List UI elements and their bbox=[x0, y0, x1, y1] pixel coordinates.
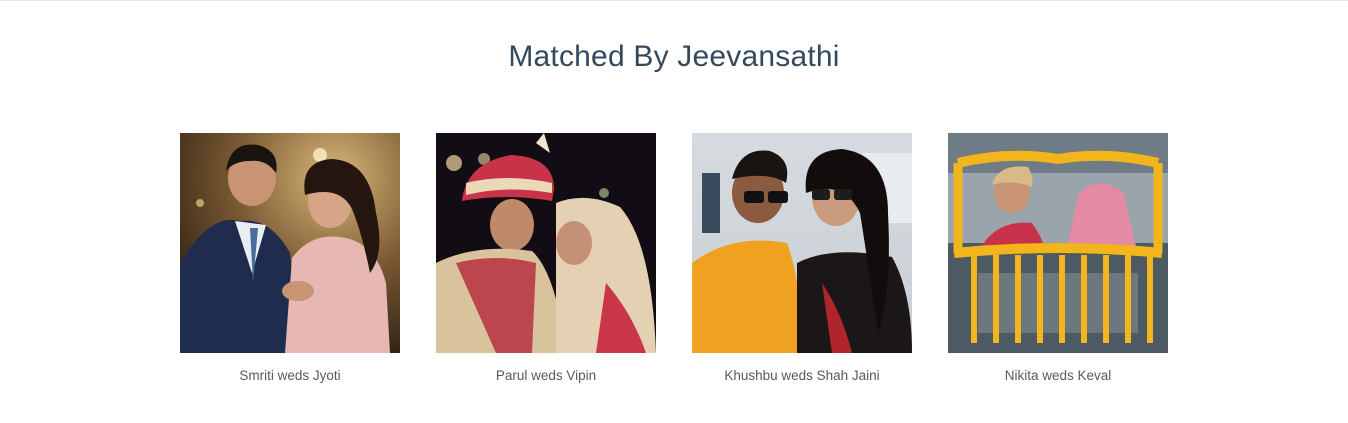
story-caption[interactable]: Nikita weds Keval bbox=[948, 368, 1168, 383]
top-divider bbox=[0, 0, 1348, 1]
couple-photo[interactable] bbox=[180, 133, 400, 353]
story-caption[interactable]: Smriti weds Jyoti bbox=[180, 368, 400, 383]
story-card[interactable]: Smriti weds Jyoti bbox=[180, 133, 400, 383]
story-caption[interactable]: Khushbu weds Shah Jaini bbox=[692, 368, 912, 383]
story-card[interactable]: Nikita weds Keval bbox=[948, 133, 1168, 383]
section-title: Matched By Jeevansathi bbox=[508, 40, 840, 73]
couple-photo[interactable] bbox=[692, 133, 912, 353]
couple-photo[interactable] bbox=[948, 133, 1168, 353]
story-caption[interactable]: Parul weds Vipin bbox=[436, 368, 656, 383]
stories-grid: Smriti weds Jyoti Parul weds Vipin Khush… bbox=[180, 133, 1168, 383]
success-stories-section: Matched By Jeevansathi Smriti weds Jyoti… bbox=[0, 0, 1348, 423]
story-card[interactable]: Parul weds Vipin bbox=[436, 133, 656, 383]
story-card[interactable]: Khushbu weds Shah Jaini bbox=[692, 133, 912, 383]
couple-photo[interactable] bbox=[436, 133, 656, 353]
